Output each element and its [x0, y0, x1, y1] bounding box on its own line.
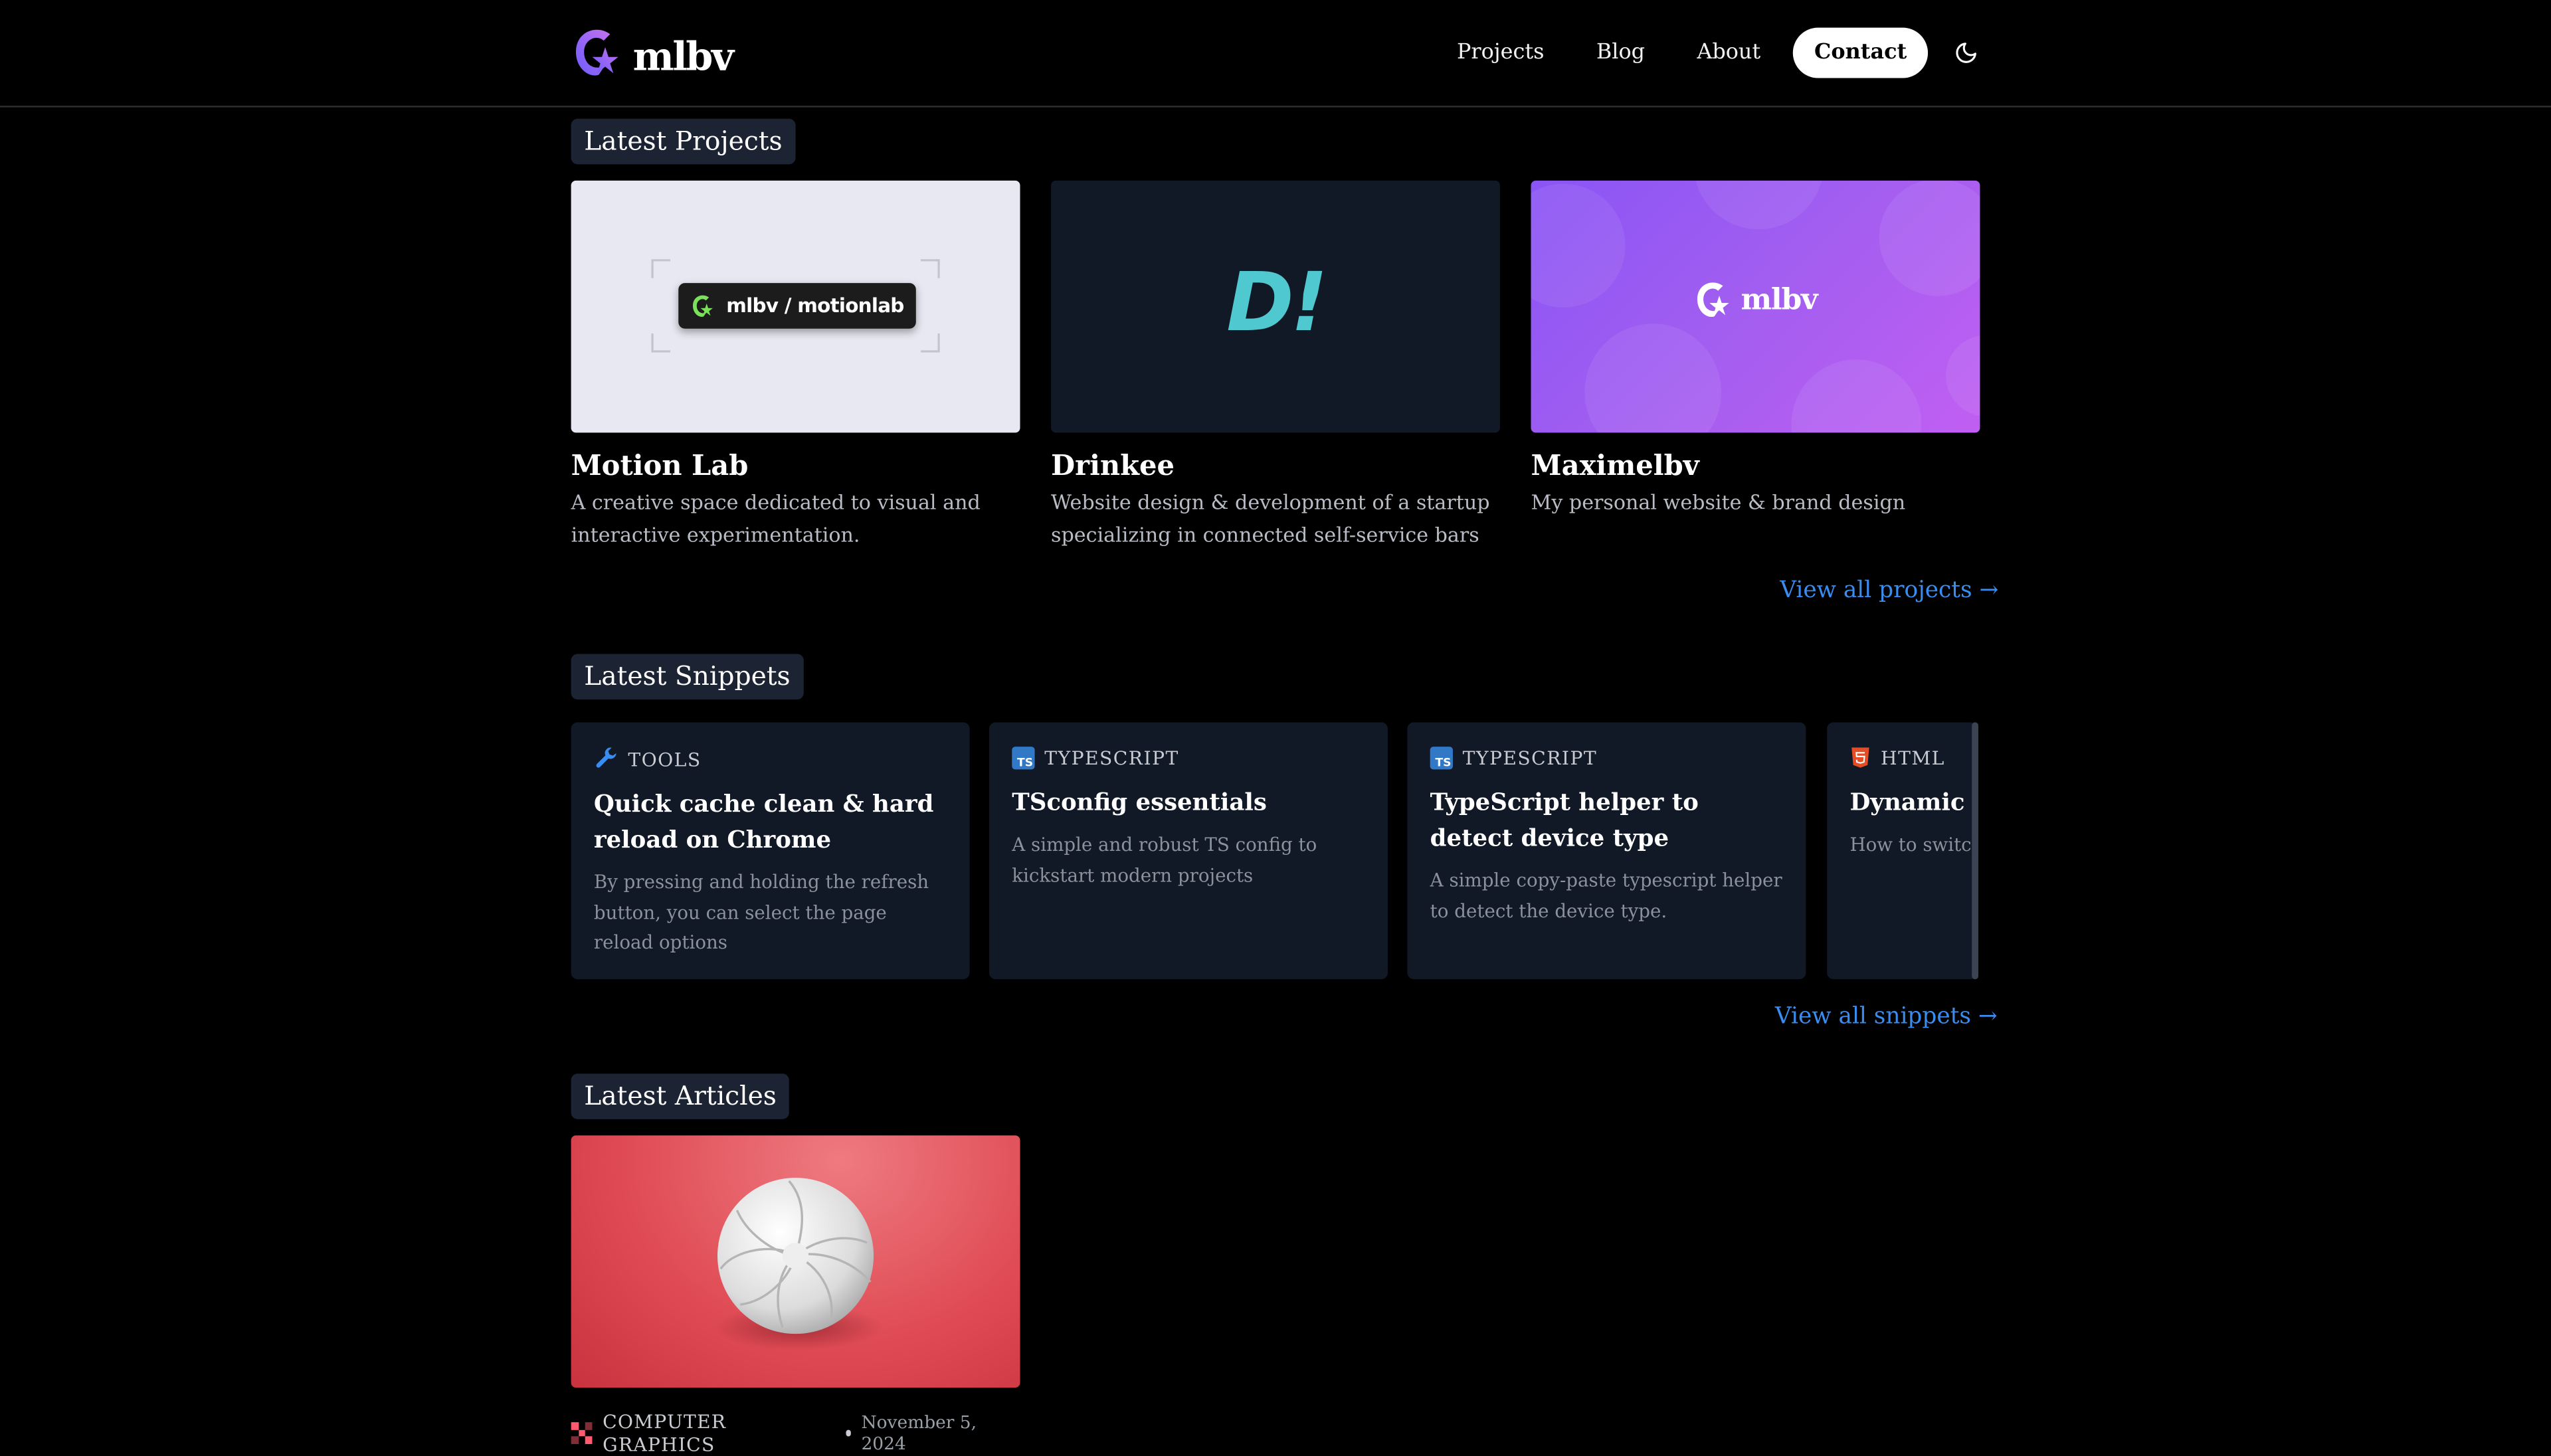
- article-category: COMPUTER GRAPHICS: [603, 1410, 727, 1456]
- logo-mark-icon: [571, 25, 623, 86]
- view-all-projects-link[interactable]: View all projects →: [1780, 577, 1998, 603]
- snippet-tag-label: TYPESCRIPT: [1044, 747, 1179, 770]
- maximelbv-logo: mlbv: [1531, 278, 1980, 321]
- wrench-icon: [596, 747, 616, 768]
- project-description: A creative space dedicated to visual and…: [571, 491, 981, 546]
- motionlab-badge-text: mlbv / motionlab: [726, 294, 904, 318]
- snippet-tag-label: TOOLS: [628, 747, 702, 771]
- snippet-title: TypeScript helper to detect device type: [1430, 788, 1699, 853]
- snippet-card[interactable]: TOOLS Quick cache clean & hard reload on…: [571, 722, 970, 980]
- page: mlbv Projects Blog About Contact Latest …: [0, 0, 2551, 1456]
- motionlab-badge: mlbv / motionlab: [678, 283, 916, 329]
- section-label-articles: Latest Articles: [571, 1073, 790, 1119]
- drinkee-logo: D!: [1226, 255, 1328, 350]
- moon-icon[interactable]: [1952, 40, 1978, 66]
- snippet-card[interactable]: HTML Dynamic Fa Theme How to switcl base…: [1827, 722, 1977, 980]
- snippet-tag: HTML: [1850, 747, 1977, 769]
- snippet-description: How to switcl based on light: [1849, 834, 1977, 856]
- article-meta: COMPUTER GRAPHICS November 5, 2024: [571, 1410, 1020, 1456]
- typescript-icon: TS: [1012, 747, 1035, 770]
- html5-icon: [1851, 747, 1869, 768]
- computer-graphics-icon: [571, 1422, 593, 1445]
- motionlab-logo-icon: [694, 295, 713, 317]
- nav-blog[interactable]: Blog: [1596, 41, 1645, 65]
- snippet-tag: TOOLS: [594, 747, 947, 771]
- snippet-tag: TS TYPESCRIPT: [1012, 747, 1365, 770]
- project-card-motion-lab[interactable]: mlbv / motionlab Motion Lab A creative s…: [571, 180, 1020, 551]
- project-thumbnail: mlbv / motionlab: [571, 180, 1020, 433]
- project-thumbnail: D!: [1051, 180, 1500, 433]
- carousel-scrollbar[interactable]: [1972, 722, 1978, 980]
- project-description: Website design & development of a startu…: [1051, 491, 1490, 546]
- project-thumbnail: mlbv: [1531, 180, 1980, 433]
- logo-text: mlbv: [632, 31, 734, 79]
- project-card-maximelbv[interactable]: mlbv Maximelbv My personal website & bra…: [1531, 180, 1980, 520]
- swirl-sculpture-icon: [714, 1178, 884, 1350]
- logo-link[interactable]: mlbv: [571, 25, 734, 86]
- maximelbv-logo-text: mlbv: [1741, 282, 1818, 317]
- project-title: Motion Lab: [571, 450, 749, 484]
- main-nav: Projects Blog About Contact: [1457, 27, 1978, 78]
- snippet-title: Quick cache clean & hard reload on Chrom…: [593, 790, 934, 854]
- snippet-description: By pressing and holding the refresh butt…: [593, 871, 929, 954]
- mlbv-logo-icon: [1697, 282, 1729, 318]
- snippet-card[interactable]: TS TYPESCRIPT TypeScript helper to detec…: [1407, 722, 1806, 980]
- contact-button[interactable]: Contact: [1793, 27, 1929, 78]
- article-card[interactable]: COMPUTER GRAPHICS November 5, 2024: [571, 1135, 1020, 1456]
- snippet-tag-label: HTML: [1881, 747, 1945, 770]
- snippet-description: A simple copy-paste typescript helper to…: [1430, 870, 1782, 922]
- nav-projects[interactable]: Projects: [1457, 41, 1545, 65]
- snippet-card[interactable]: TS TYPESCRIPT TSconfig essentials A simp…: [989, 722, 1388, 980]
- project-title: Drinkee: [1051, 450, 1175, 484]
- site-header: mlbv Projects Blog About Contact: [0, 0, 2551, 108]
- snippet-description: A simple and robust TS config to kicksta…: [1012, 834, 1317, 886]
- separator-dot: [845, 1429, 852, 1437]
- snippet-tag-label: TYPESCRIPT: [1462, 747, 1598, 770]
- article-thumbnail: [571, 1135, 1020, 1388]
- project-title: Maximelbv: [1531, 450, 1699, 484]
- typescript-icon: TS: [1430, 747, 1453, 770]
- snippet-title: TSconfig essentials: [1012, 788, 1267, 817]
- snippet-tag: TS TYPESCRIPT: [1430, 747, 1783, 770]
- snippets-carousel[interactable]: TOOLS Quick cache clean & hard reload on…: [571, 722, 1980, 980]
- section-label-snippets: Latest Snippets: [571, 654, 804, 700]
- article-date: November 5, 2024: [861, 1411, 977, 1455]
- view-all-snippets-link[interactable]: View all snippets →: [1775, 1004, 1998, 1030]
- nav-about[interactable]: About: [1697, 41, 1760, 65]
- project-card-drinkee[interactable]: D! Drinkee Website design & development …: [1051, 180, 1500, 551]
- section-label-projects: Latest Projects: [571, 118, 796, 165]
- project-description: My personal website & brand design: [1531, 491, 1906, 514]
- snippet-title: Dynamic Fa Theme: [1849, 788, 1977, 817]
